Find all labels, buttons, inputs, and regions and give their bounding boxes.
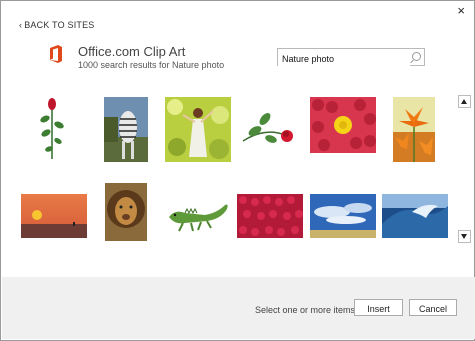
blue-sky-clouds-photo[interactable]: [310, 194, 376, 238]
results-count: 1000 search results for Nature photo: [78, 60, 225, 70]
scroll-up-button[interactable]: [458, 95, 471, 108]
scroll-down-button[interactable]: [458, 230, 471, 243]
orange-lilies-photo[interactable]: [393, 97, 435, 162]
insert-button[interactable]: Insert: [354, 299, 403, 316]
clip-art-dialog: × ‹ BACK TO SITES Office.com Clip Art 100…: [0, 0, 475, 341]
back-to-sites-label: BACK TO SITES: [24, 20, 95, 30]
close-button[interactable]: ×: [457, 4, 465, 18]
sunset-water-photo[interactable]: [21, 194, 87, 238]
dialog-footer: Select one or more items. Insert Cancel: [2, 277, 475, 339]
office-logo-icon: [50, 45, 62, 63]
woman-in-flowers-photo[interactable]: [165, 97, 231, 162]
rose-stem-clipart[interactable]: [37, 97, 67, 161]
search-icon[interactable]: [412, 52, 421, 61]
roses-yellow-photo[interactable]: [310, 97, 376, 153]
zebra-photo[interactable]: [104, 97, 148, 162]
provider-title: Office.com Clip Art: [78, 44, 186, 59]
cancel-button[interactable]: Cancel: [409, 299, 457, 316]
red-rose-clipart[interactable]: [237, 105, 299, 149]
lion-photo[interactable]: [105, 183, 147, 241]
iguana-clipart[interactable]: [165, 195, 231, 235]
red-berries-photo[interactable]: [237, 194, 303, 238]
back-to-sites-link[interactable]: ‹ BACK TO SITES: [19, 20, 95, 30]
search-input[interactable]: [278, 51, 410, 67]
selection-status: Select one or more items.: [255, 305, 358, 315]
ocean-wave-photo[interactable]: [382, 194, 448, 238]
chevron-left-icon: ‹: [19, 20, 23, 30]
results-grid: [1, 91, 461, 251]
search-box[interactable]: [277, 48, 425, 67]
